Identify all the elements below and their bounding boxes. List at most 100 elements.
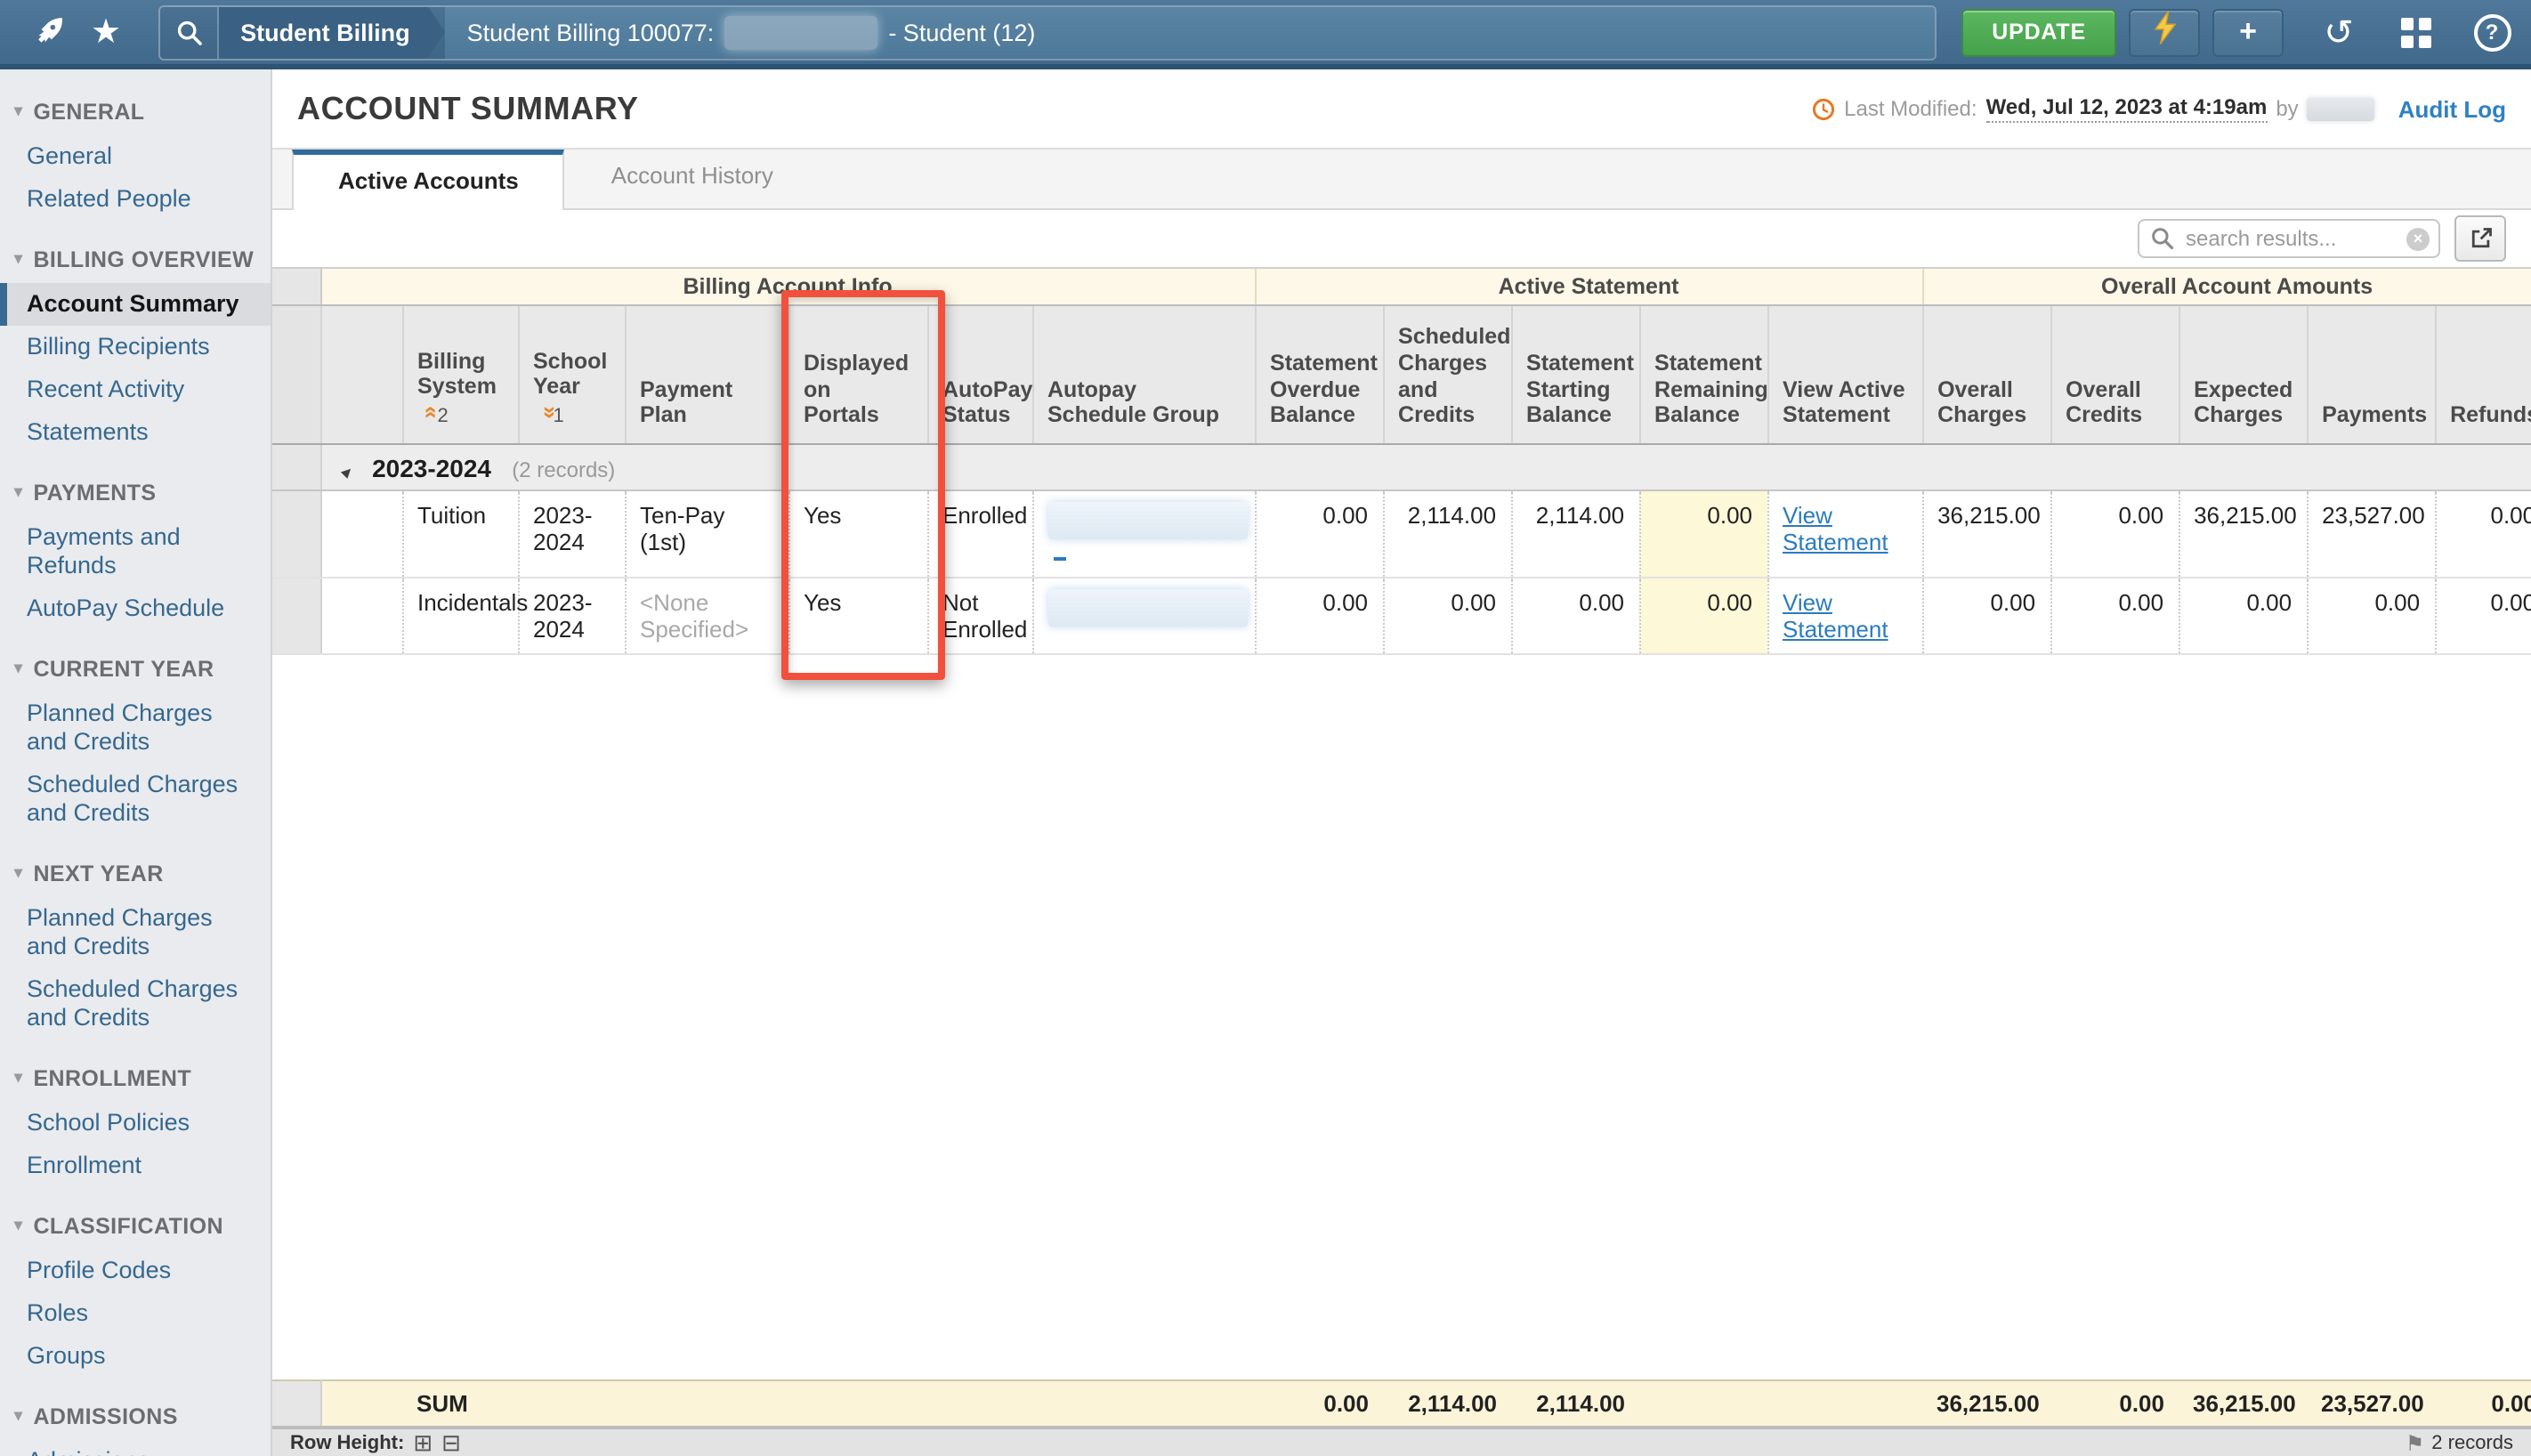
sidebar-item-recent-activity[interactable]: Recent Activity (0, 368, 271, 411)
col-header-autopay-status[interactable]: AutoPay Status (927, 305, 1032, 444)
column-group-header-row: Billing Account Info Active Statement Ov… (272, 268, 2531, 305)
col-header-statement-starting-balance[interactable]: Statement Starting Balance (1511, 305, 1639, 444)
cell-autopay-schedule-group (1032, 578, 1255, 654)
col-header-payments[interactable]: Payments (2307, 305, 2435, 444)
favorites-star-icon[interactable]: ★ (91, 15, 121, 49)
sidebar-item-account-summary[interactable]: Account Summary (0, 283, 271, 326)
col-header-statement-overdue-balance[interactable]: Statement Overdue Balance (1255, 305, 1383, 444)
tab-active-accounts[interactable]: Active Accounts (292, 150, 565, 210)
sidebar-section-next-year[interactable]: ▾NEXT YEAR (0, 861, 271, 886)
col-header-refunds[interactable]: Refunds (2435, 305, 2531, 444)
sidebar-item-related-people[interactable]: Related People (0, 178, 271, 221)
history-icon[interactable]: ↺ (2317, 10, 2360, 54)
sidebar-section-admissions[interactable]: ▾ADMISSIONS (0, 1404, 271, 1429)
row-height-label: Row Height: (290, 1432, 404, 1453)
table-row[interactable]: Tuition 2023-2024 Ten-Pay (1st) Yes Enro… (272, 490, 2531, 578)
sidebar-item-autopay-schedule[interactable]: AutoPay Schedule (0, 587, 271, 630)
cell-displayed-on-portals: Yes (788, 578, 927, 654)
breadcrumb-arrow-icon (428, 5, 446, 59)
sidebar-item-groups[interactable]: Groups (0, 1335, 271, 1378)
cell-scheduled-charges-and-credits: 0.00 (1383, 578, 1511, 654)
sidebar-item-billing-recipients[interactable]: Billing Recipients (0, 326, 271, 368)
sidebar-item-enrollment[interactable]: Enrollment (0, 1145, 271, 1187)
cell-statement-starting-balance: 0.00 (1511, 578, 1639, 654)
sum-overall-charges: 36,215.00 (1922, 1380, 2050, 1427)
flag-icon: ⚑ (2406, 1430, 2425, 1455)
sidebar-section-general[interactable]: ▾GENERAL (0, 100, 271, 125)
sidebar-item-school-policies[interactable]: School Policies (0, 1102, 271, 1145)
row-height-increase-button[interactable]: ⊞ (413, 1431, 433, 1454)
col-header-school-year[interactable]: School Year«1 (518, 305, 625, 444)
col-header-autopay-schedule-group[interactable]: Autopay Schedule Group (1032, 305, 1255, 444)
col-header-expected-charges[interactable]: Expected Charges (2179, 305, 2307, 444)
col-header-view-active-statement[interactable]: View Active Statement (1767, 305, 1922, 444)
grid-status-bar: Row Height: ⊞ ⊟ ⚑ 2 records (272, 1428, 2531, 1456)
sidebar-section-payments[interactable]: ▾PAYMENTS (0, 481, 271, 506)
col-header-scheduled-charges-and-credits[interactable]: Scheduled Charges and Credits (1383, 305, 1511, 444)
chevron-down-icon: ▾ (14, 248, 22, 268)
col-header-payment-plan[interactable]: Payment Plan (625, 305, 788, 444)
row-height-decrease-button[interactable]: ⊟ (441, 1431, 461, 1454)
last-modified: Last Modified: Wed, Jul 12, 2023 at 4:19… (1812, 94, 2506, 123)
cell-payment-plan: Ten-Pay (1st) (625, 490, 788, 578)
rocket-icon[interactable] (30, 14, 66, 50)
col-header-overall-charges[interactable]: Overall Charges (1922, 305, 2050, 444)
sort-asc-icon: « (417, 406, 445, 418)
view-statement-link[interactable]: View Statement (1783, 589, 1888, 643)
cell-overall-credits: 0.00 (2050, 490, 2179, 578)
grid-toolbar: × (272, 210, 2531, 267)
chevron-down-icon: ▾ (14, 658, 22, 677)
sidebar-section-current-year[interactable]: ▾CURRENT YEAR (0, 657, 271, 682)
cell-billing-system: Tuition (402, 490, 518, 578)
sum-expected-charges: 36,215.00 (2179, 1380, 2307, 1427)
column-header-row: Billing System«2 School Year«1 Payment P… (272, 305, 2531, 444)
cell-payment-plan: <None Specified> (625, 578, 788, 654)
col-header-statement-remaining-balance[interactable]: Statement Remaining Balance (1639, 305, 1767, 444)
tab-account-history[interactable]: Account History (565, 146, 820, 208)
sidebar-item-planned-charges-current[interactable]: Planned Charges and Credits (0, 692, 271, 764)
sidebar-item-payments-and-refunds[interactable]: Payments and Refunds (0, 516, 271, 587)
cell-autopay-schedule-group (1032, 490, 1255, 578)
cell-refunds: 0.00 (2435, 490, 2531, 578)
sidebar-item-scheduled-charges-current[interactable]: Scheduled Charges and Credits (0, 764, 271, 835)
breadcrumb[interactable]: Student Billing (219, 6, 428, 58)
col-header-displayed-on-portals[interactable]: Displayed on Portals (788, 305, 927, 444)
plus-icon: + (2239, 14, 2257, 50)
sidebar-item-general[interactable]: General (0, 135, 271, 178)
app-window: ★ Student Billing Student Billing 100077… (0, 0, 2531, 1456)
app-grid-icon[interactable] (2394, 26, 2437, 38)
sidebar-section-billing-overview[interactable]: ▾BILLING OVERVIEW (0, 247, 271, 272)
col-header-billing-system[interactable]: Billing System«2 (402, 305, 518, 444)
sidebar-item-profile-codes[interactable]: Profile Codes (0, 1250, 271, 1292)
chevron-down-icon: ▾ (14, 481, 22, 501)
sidebar-item-scheduled-charges-next[interactable]: Scheduled Charges and Credits (0, 968, 271, 1039)
cell-payments: 0.00 (2307, 578, 2435, 654)
col-header-overall-credits[interactable]: Overall Credits (2050, 305, 2179, 444)
clear-search-icon[interactable]: × (2406, 228, 2430, 251)
update-button[interactable]: UPDATE (1961, 8, 2116, 56)
accounts-table: Billing Account Info Active Statement Ov… (272, 267, 2531, 655)
view-statement-link[interactable]: View Statement (1783, 502, 1888, 555)
sum-refunds: 0.00 (2435, 1380, 2531, 1427)
sidebar-section-enrollment[interactable]: ▾ENROLLMENT (0, 1066, 271, 1091)
search-icon[interactable] (160, 6, 219, 58)
open-in-new-window-button[interactable] (2454, 215, 2506, 262)
sidebar-section-classification[interactable]: ▾CLASSIFICATION (0, 1214, 271, 1239)
audit-log-link[interactable]: Audit Log (2398, 95, 2506, 122)
sidebar-item-roles[interactable]: Roles (0, 1292, 271, 1335)
cell-overall-charges: 36,215.00 (1922, 490, 2050, 578)
sum-scheduled-charges-and-credits: 2,114.00 (1383, 1380, 1511, 1427)
search-input[interactable] (2139, 221, 2438, 256)
table-row[interactable]: Incidentals 2023-2024 <None Specified> Y… (272, 578, 2531, 654)
help-icon[interactable]: ? (2470, 13, 2513, 51)
lightning-bolt-icon (2153, 11, 2176, 53)
add-button[interactable]: + (2212, 8, 2284, 56)
sum-statement-overdue-balance: 0.00 (1255, 1380, 1383, 1427)
chevron-down-icon: ▾ (14, 1067, 22, 1087)
collapse-group-icon[interactable]: ▲ (336, 459, 360, 483)
sidebar-item-planned-charges-next[interactable]: Planned Charges and Credits (0, 897, 271, 968)
cell-statement-overdue-balance: 0.00 (1255, 578, 1383, 654)
sidebar-item-admissions[interactable]: Admissions (0, 1440, 271, 1456)
sidebar-item-statements[interactable]: Statements (0, 411, 271, 454)
quick-actions-button[interactable] (2129, 8, 2200, 56)
